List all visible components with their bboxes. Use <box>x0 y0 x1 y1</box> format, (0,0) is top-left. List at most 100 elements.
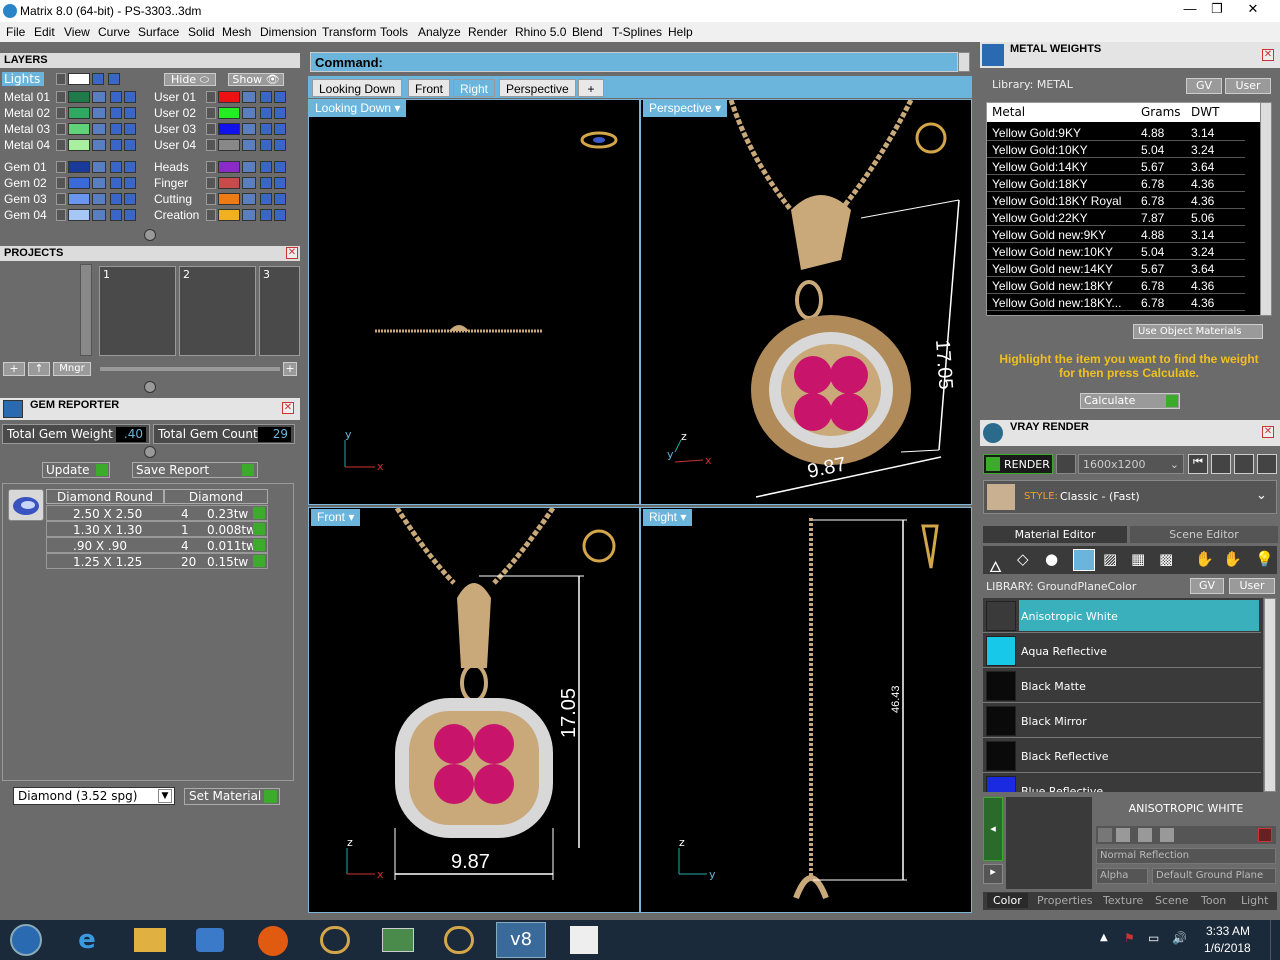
layer-toggle-icon[interactable] <box>274 193 286 205</box>
project-slot-2[interactable]: 2 <box>179 266 256 356</box>
metal-row[interactable]: Yellow Gold:18KY 6.78 4.36 <box>987 175 1245 192</box>
material-expand-icon[interactable]: ▸ <box>983 864 1003 884</box>
gem-row-play-icon[interactable] <box>253 555 265 567</box>
matrix-ring-icon[interactable] <box>320 926 350 954</box>
layer-row[interactable]: User 04 <box>150 138 300 153</box>
layer-color-swatch[interactable] <box>68 139 90 151</box>
lock-icon[interactable] <box>242 139 256 151</box>
menu-dimension[interactable]: Dimension <box>260 25 317 39</box>
layer-row[interactable]: Cutting <box>150 192 300 207</box>
layer-arrow-icon[interactable] <box>206 139 216 151</box>
layer-color-swatch[interactable] <box>218 139 240 151</box>
calculate-play-icon[interactable] <box>1166 395 1178 407</box>
layer-arrow-icon[interactable] <box>206 177 216 189</box>
material-item[interactable]: Blue Reflective <box>983 773 1261 792</box>
layer-color-swatch[interactable] <box>218 107 240 119</box>
gem-collapse-handle[interactable] <box>144 446 156 458</box>
viewport-perspective[interactable]: Perspective ▾ 17.05 9.87 z x y <box>640 99 972 505</box>
material-scrollbar[interactable] <box>1264 598 1276 792</box>
frame-icon[interactable] <box>1211 454 1231 474</box>
layer-arrow-icon[interactable] <box>56 161 66 173</box>
layer-toggle-icon[interactable] <box>274 107 286 119</box>
layer-arrow-icon[interactable] <box>206 209 216 221</box>
minimize-button[interactable]: — <box>1175 0 1205 20</box>
tab-looking-down[interactable]: Looking Down <box>312 79 403 97</box>
gem-icon[interactable]: ◇ <box>1017 550 1029 568</box>
layer-row[interactable]: Finger <box>150 176 300 191</box>
lock-icon[interactable] <box>242 193 256 205</box>
layer-toggle-icon[interactable] <box>274 209 286 221</box>
menu-blend[interactable]: Blend <box>572 25 603 39</box>
lock-icon[interactable] <box>92 107 106 119</box>
alpha-toggle[interactable]: Alpha <box>1096 868 1148 884</box>
layer-row[interactable]: Metal 02 <box>0 106 150 121</box>
save-report-play-icon[interactable] <box>242 464 254 476</box>
save-report-button[interactable]: Save Report <box>132 462 258 478</box>
menu-view[interactable]: View <box>64 25 90 39</box>
media-player-icon[interactable] <box>196 928 224 952</box>
lock-icon[interactable] <box>242 177 256 189</box>
layer-arrow-icon[interactable] <box>206 161 216 173</box>
tab-material-editor[interactable]: Material Editor <box>983 526 1127 543</box>
layer-color-swatch[interactable] <box>218 177 240 189</box>
import-icon[interactable] <box>1160 828 1174 842</box>
menu-render[interactable]: Render <box>468 25 507 39</box>
metal-row[interactable]: Yellow Gold new:9KY 4.88 3.14 <box>987 226 1245 243</box>
metal-row[interactable]: Yellow Gold new:10KY 5.04 3.24 <box>987 243 1245 260</box>
ground-select[interactable]: Default Ground Plane <box>1152 868 1276 884</box>
tab-light[interactable]: Light <box>1241 894 1268 907</box>
visibility-icon[interactable] <box>110 193 122 205</box>
material-user-button[interactable]: User <box>1229 578 1275 594</box>
tray-volume-icon[interactable]: 🔊 <box>1172 931 1187 945</box>
metal-row[interactable]: Yellow Gold:22KY 7.87 5.06 <box>987 209 1245 226</box>
command-input[interactable] <box>385 54 955 70</box>
layers-collapse-handle[interactable] <box>144 229 156 241</box>
layer-arrow-icon[interactable] <box>56 209 66 221</box>
light-bulb-icon[interactable]: 💡 <box>1255 550 1274 568</box>
update-play-icon[interactable] <box>96 464 108 476</box>
lights-label[interactable]: Lights <box>2 72 44 86</box>
layer-color-swatch[interactable] <box>68 193 90 205</box>
menu-file[interactable]: File <box>6 25 25 39</box>
metal-gv-button[interactable]: GV <box>1186 78 1222 94</box>
visibility-icon[interactable] <box>110 139 122 151</box>
layer-color-swatch[interactable] <box>218 161 240 173</box>
resolution-select[interactable]: 1600x1200 ⌄ <box>1078 454 1184 474</box>
tab-scene-editor[interactable]: Scene Editor <box>1130 526 1278 543</box>
layer-row[interactable]: User 01 <box>150 90 300 105</box>
gem-row-play-icon[interactable] <box>253 539 265 551</box>
tab-color[interactable]: Color <box>987 893 1028 908</box>
menu-transform[interactable]: Transform <box>322 25 376 39</box>
lights-toggle-1[interactable] <box>92 73 104 85</box>
clock-time[interactable]: 3:33 AM <box>1206 924 1250 938</box>
lock-icon[interactable] <box>242 123 256 135</box>
viewport-front[interactable]: Front ▾ 17.05 9.87 z x <box>308 507 640 913</box>
layer-arrow-icon[interactable] <box>56 193 66 205</box>
lights-color[interactable] <box>68 73 90 85</box>
metal-row[interactable]: Yellow Gold new:18KY... 6.78 4.36 <box>987 294 1245 311</box>
visibility-icon[interactable] <box>260 107 272 119</box>
layer-arrow-icon[interactable] <box>206 193 216 205</box>
layer-toggle-icon[interactable] <box>124 123 136 135</box>
gem-row-play-icon[interactable] <box>253 507 265 519</box>
visibility-icon[interactable] <box>260 123 272 135</box>
pattern-icon[interactable]: ▦ <box>1131 550 1145 568</box>
visibility-icon[interactable] <box>110 123 122 135</box>
layer-toggle-icon[interactable] <box>274 139 286 151</box>
lock-icon[interactable] <box>242 91 256 103</box>
set-material-play-icon[interactable] <box>264 790 277 803</box>
layer-color-swatch[interactable] <box>68 123 90 135</box>
visibility-icon[interactable] <box>260 161 272 173</box>
use-object-materials-toggle[interactable]: Use Object Materials <box>1133 324 1263 339</box>
menu-mesh[interactable]: Mesh <box>222 25 251 39</box>
layer-toggle-icon[interactable] <box>274 123 286 135</box>
layer-arrow-icon[interactable] <box>206 123 216 135</box>
gem-row[interactable]: 1.25 X 1.25 20 0.15tw <box>46 553 268 569</box>
command-bar[interactable]: Command: <box>310 52 958 72</box>
viewport-looking-down[interactable]: Looking Down ▾ y x <box>308 99 640 505</box>
layer-color-swatch[interactable] <box>218 91 240 103</box>
menu-edit[interactable]: Edit <box>34 25 55 39</box>
metal-row[interactable]: Yellow Gold new:18KY 6.78 4.36 <box>987 277 1245 294</box>
material-gv-button[interactable]: GV <box>1190 578 1224 594</box>
material-item[interactable]: Black Matte <box>983 668 1261 703</box>
